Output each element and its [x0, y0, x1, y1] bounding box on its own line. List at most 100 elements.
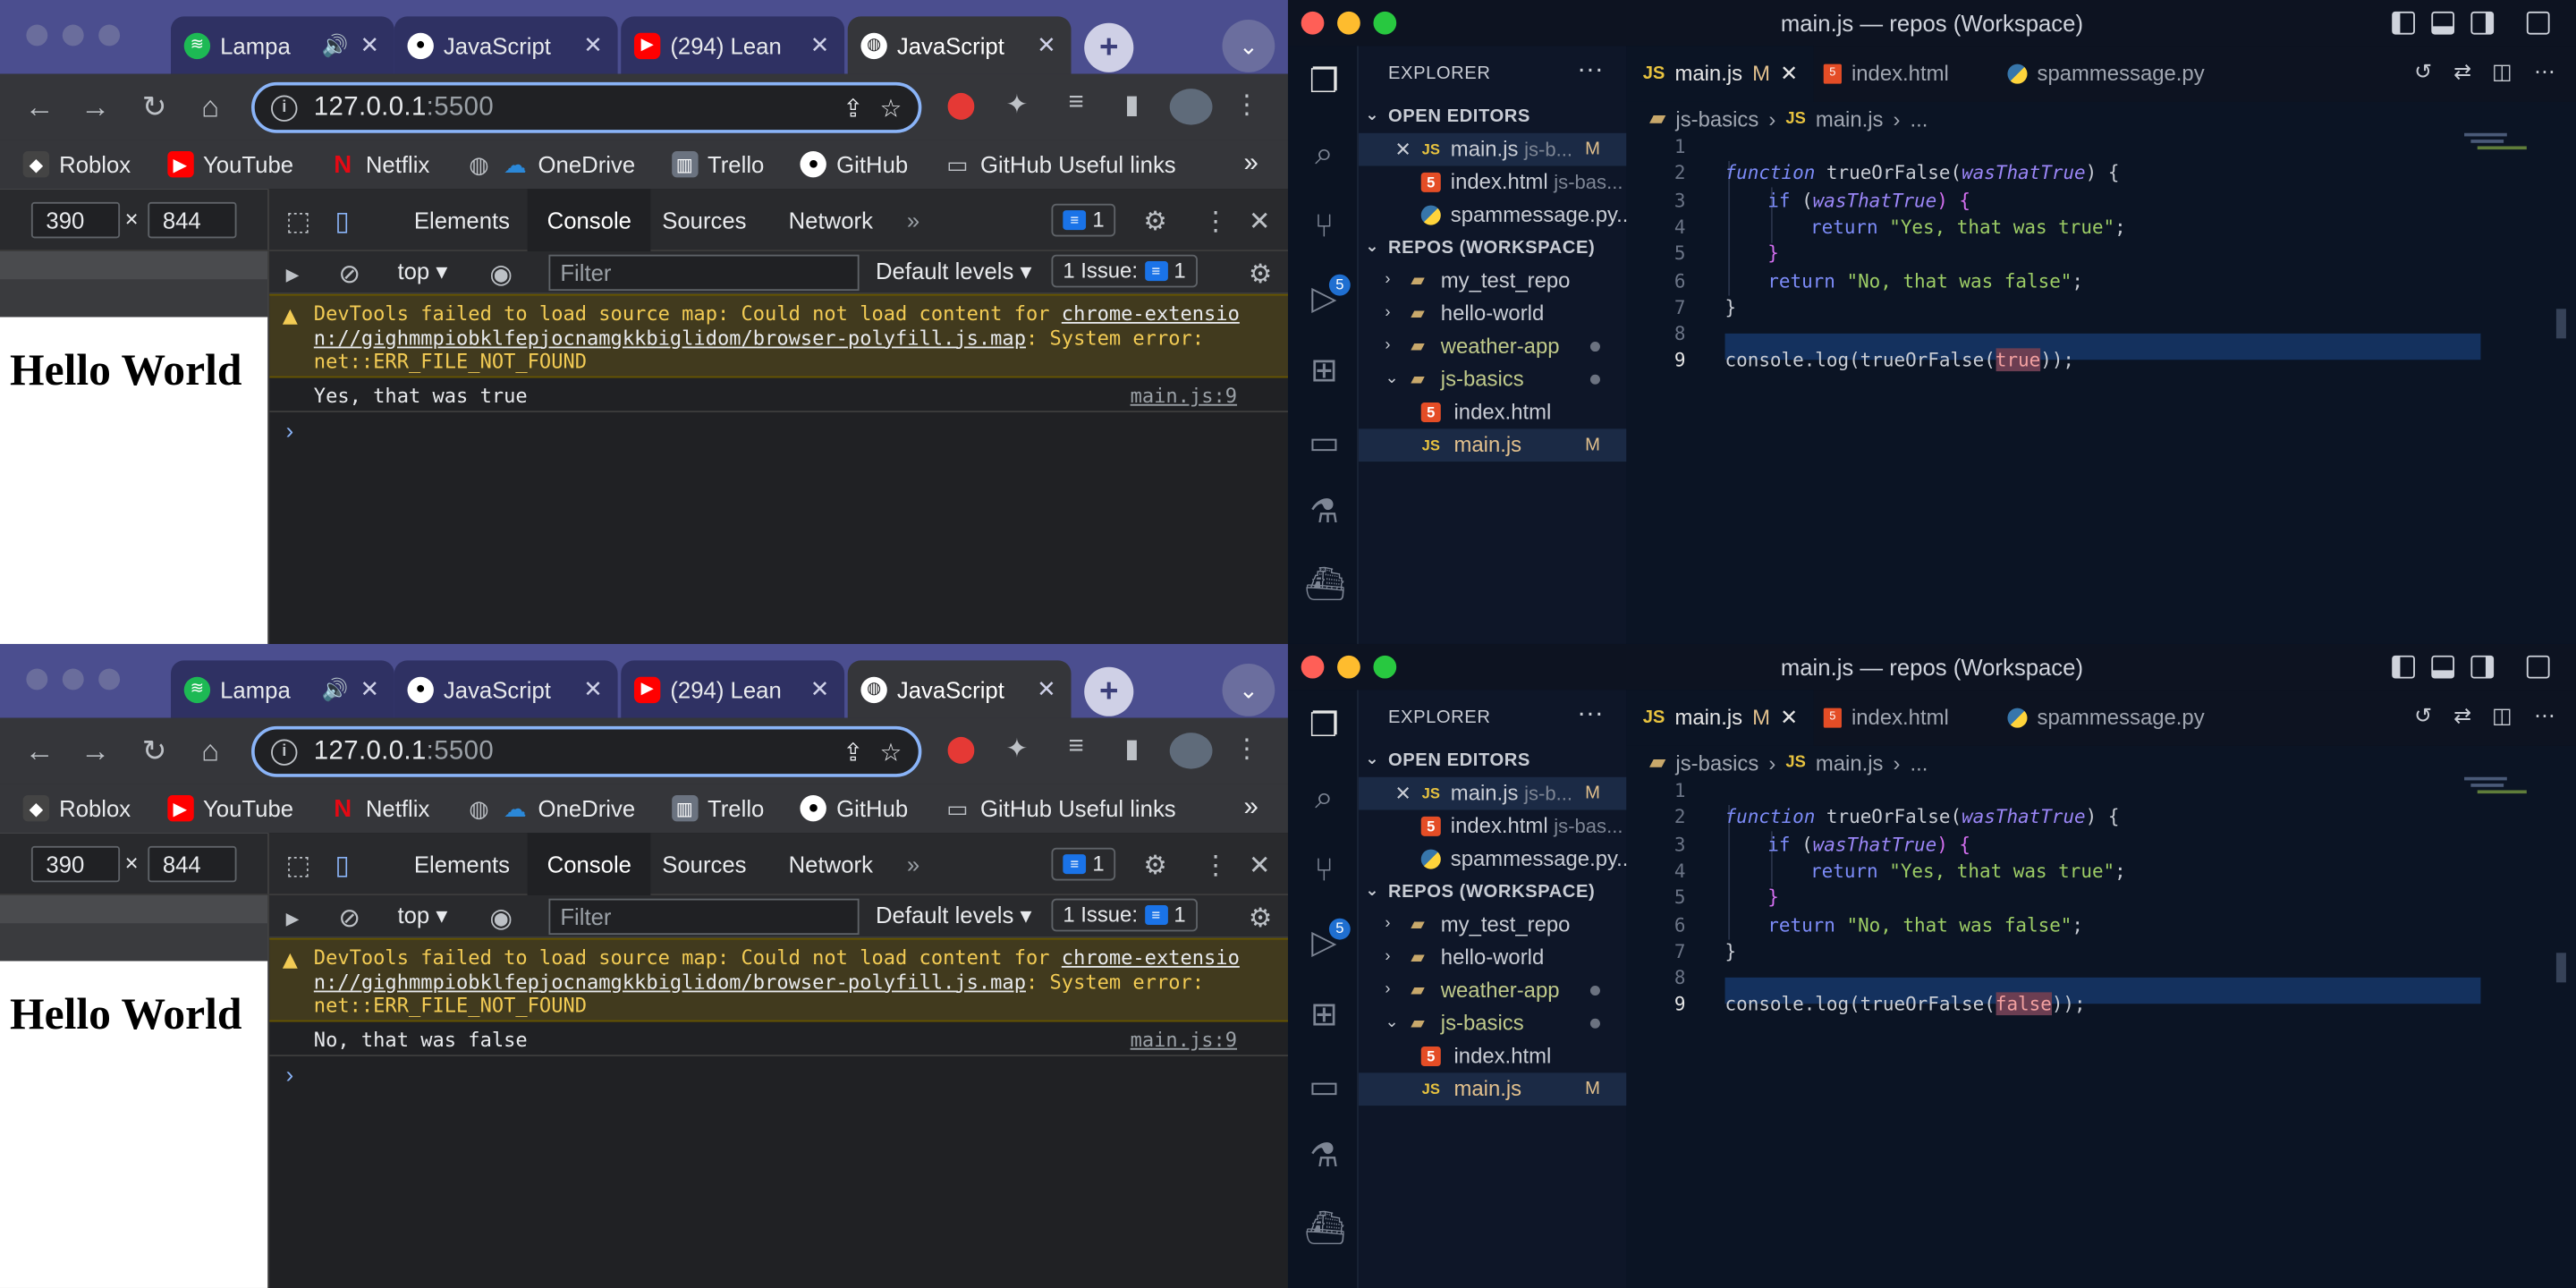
site-info-icon[interactable]: i	[271, 94, 298, 121]
editor-tab-spammessage-py[interactable]: spammessage.py	[1991, 690, 2221, 745]
compare-changes-icon[interactable]: ⇄	[2451, 60, 2474, 84]
bookmark-netflix[interactable]: N Netflix	[329, 794, 429, 822]
browser-tab-active[interactable]: ◍ JavaScript ✕	[847, 16, 1072, 74]
console-filter-input[interactable]: Filter	[548, 254, 860, 292]
browser-tab[interactable]: ▶ (294) Lean ✕	[621, 16, 845, 74]
editor-tab-index-html[interactable]: 5 index.html	[1807, 690, 1965, 745]
window-minimize-dot[interactable]	[62, 24, 84, 47]
reload-icon[interactable]: ↻	[135, 87, 174, 126]
window-minimize-dot[interactable]	[62, 668, 84, 691]
more-tabs-button[interactable]: »	[887, 833, 939, 895]
inspect-element-icon[interactable]: ⬚	[286, 206, 311, 239]
workspace-section[interactable]: ⌄ REPOS (WORKSPACE)	[1359, 232, 1626, 265]
split-editor-icon[interactable]: ◫	[2490, 60, 2513, 84]
bookmark-folder[interactable]: ▭ GitHub Useful links	[945, 150, 1176, 177]
toggle-secondary-sidebar-icon[interactable]	[2470, 655, 2495, 679]
speaker-icon[interactable]: 🔊	[322, 32, 349, 58]
tab-console[interactable]: Console	[527, 189, 652, 252]
file-item[interactable]: 5 index.html	[1359, 1040, 1626, 1073]
file-item[interactable]: JS main.js M	[1358, 428, 1627, 462]
open-editor-item[interactable]: ✕ JS main.js js-b... M	[1358, 132, 1627, 166]
breadcrumb-item[interactable]: js-basics	[1675, 106, 1758, 131]
folder-item[interactable]: › ▰ my_test_repo	[1359, 909, 1626, 942]
source-link[interactable]: main.js:9	[1131, 379, 1237, 412]
window-zoom-dot[interactable]	[98, 668, 121, 691]
tab-sources[interactable]: Sources	[642, 189, 766, 251]
toggle-panel-icon[interactable]	[2431, 11, 2455, 35]
close-icon[interactable]: ✕	[809, 31, 832, 59]
browser-tab-active[interactable]: ◍ JavaScript ✕	[847, 660, 1072, 718]
more-options-icon[interactable]: ⋮	[1202, 206, 1228, 239]
testing-flask-icon[interactable]: ⚗	[1304, 1137, 1343, 1176]
toggle-panel-icon[interactable]	[2431, 655, 2455, 679]
device-width-input[interactable]: 390	[30, 845, 121, 883]
back-arrow-icon[interactable]: ←	[20, 87, 59, 126]
chrome-menu-icon[interactable]: ⋮	[1229, 89, 1265, 122]
forward-arrow-icon[interactable]: →	[75, 731, 114, 770]
browser-tab[interactable]: ≋ Lampa 🔊 ✕	[171, 16, 394, 74]
explorer-files-icon[interactable]: ❐	[1304, 707, 1343, 746]
speaker-icon[interactable]: 🔊	[322, 676, 349, 702]
address-bar[interactable]: i 127.0.0.1:5500 ⇪ ☆	[251, 81, 922, 133]
bookmark-roblox[interactable]: ◆ Roblox	[22, 150, 131, 178]
minimap[interactable]	[2464, 132, 2529, 199]
close-icon[interactable]: ✕	[1249, 206, 1271, 239]
extensions-puzzle-icon[interactable]: ✦	[999, 89, 1035, 122]
testing-flask-icon[interactable]: ⚗	[1304, 493, 1343, 532]
close-icon[interactable]: ✕	[1780, 690, 1798, 745]
bookmarks-overflow-button[interactable]: »	[1244, 793, 1258, 823]
close-icon[interactable]: ✕	[358, 675, 381, 703]
folder-item[interactable]: › ▰ hello-world	[1359, 941, 1626, 974]
profile-avatar[interactable]	[1169, 89, 1213, 125]
warning-link[interactable]: n://gighmmpiobklfepjocnamgkkbiglidom/bro…	[314, 970, 1026, 994]
tab-console[interactable]: Console	[527, 833, 652, 896]
search-icon[interactable]: ⌕	[1304, 135, 1343, 174]
tab-sources[interactable]: Sources	[642, 833, 766, 895]
bookmark-roblox[interactable]: ◆ Roblox	[22, 794, 131, 822]
log-levels-dropdown[interactable]: Default levels ▾	[876, 258, 1031, 285]
folder-item[interactable]: › ▰ weather-app	[1359, 330, 1626, 363]
more-tabs-button[interactable]: »	[887, 189, 939, 251]
browser-tab[interactable]: ● JavaScript ✕	[394, 660, 618, 718]
open-editor-item[interactable]: spammessage.py...	[1359, 843, 1626, 876]
folder-item[interactable]: › ▰ my_test_repo	[1359, 265, 1626, 298]
site-info-icon[interactable]: i	[271, 738, 298, 765]
close-icon[interactable]: ✕	[581, 675, 605, 703]
home-icon[interactable]: ⌂	[191, 87, 230, 126]
url-text[interactable]: 127.0.0.1:5500	[314, 93, 826, 123]
docker-icon[interactable]: ⛴	[1304, 565, 1346, 605]
clear-console-icon[interactable]: ⊘	[338, 258, 360, 291]
run-debug-icon[interactable]: ▷	[1304, 279, 1343, 318]
window-minimize-dot[interactable]	[1337, 655, 1360, 679]
bookmark-onedrive[interactable]: ☁ OneDrive	[502, 794, 635, 821]
remote-explorer-icon[interactable]: ▭	[1304, 1068, 1343, 1107]
window-close-dot[interactable]	[26, 668, 48, 691]
breadcrumb-item[interactable]: main.js	[1816, 750, 1884, 775]
editor-tab-main-js[interactable]: JS main.js M ✕	[1626, 46, 1815, 102]
search-icon[interactable]: ⌕	[1304, 779, 1343, 818]
extensions-icon[interactable]: ⊞	[1304, 996, 1343, 1035]
device-height-input[interactable]: 844	[148, 845, 237, 883]
device-toolbar-icon[interactable]: ▯	[335, 206, 350, 239]
close-icon[interactable]: ✕	[1035, 675, 1058, 703]
window-minimize-dot[interactable]	[1337, 11, 1360, 35]
source-link[interactable]: main.js:9	[1131, 1023, 1237, 1056]
open-editors-section[interactable]: ⌄ OPEN EDITORS	[1359, 744, 1626, 777]
bookmark-youtube[interactable]: ▶ YouTube	[166, 794, 293, 822]
gear-icon[interactable]: ⚙	[1143, 206, 1166, 239]
device-toolbar-icon[interactable]: ▯	[335, 850, 350, 883]
eye-icon[interactable]: ◉	[489, 902, 513, 935]
media-control-icon[interactable]: ≡	[1058, 733, 1094, 762]
close-icon[interactable]: ✕	[1780, 46, 1798, 101]
sidebar-toggle-icon[interactable]: ▸	[286, 258, 300, 291]
messages-badge[interactable]: ≡ 1	[1051, 203, 1116, 237]
bookmark-trello[interactable]: ▥ Trello	[671, 150, 764, 178]
editor-tab-spammessage-py[interactable]: spammessage.py	[1991, 46, 2221, 101]
adblock-extension-icon[interactable]: ⬤	[943, 89, 979, 122]
warning-link[interactable]: n://gighmmpiobklfepjocnamgkkbiglidom/bro…	[314, 326, 1026, 350]
console-filter-input[interactable]: Filter	[548, 898, 860, 936]
bookmark-onedrive[interactable]: ☁ OneDrive	[502, 150, 635, 177]
run-debug-icon[interactable]: ▷	[1304, 923, 1343, 962]
window-close-dot[interactable]	[26, 24, 48, 47]
open-editor-item[interactable]: 5 index.html js-bas...	[1359, 166, 1626, 199]
